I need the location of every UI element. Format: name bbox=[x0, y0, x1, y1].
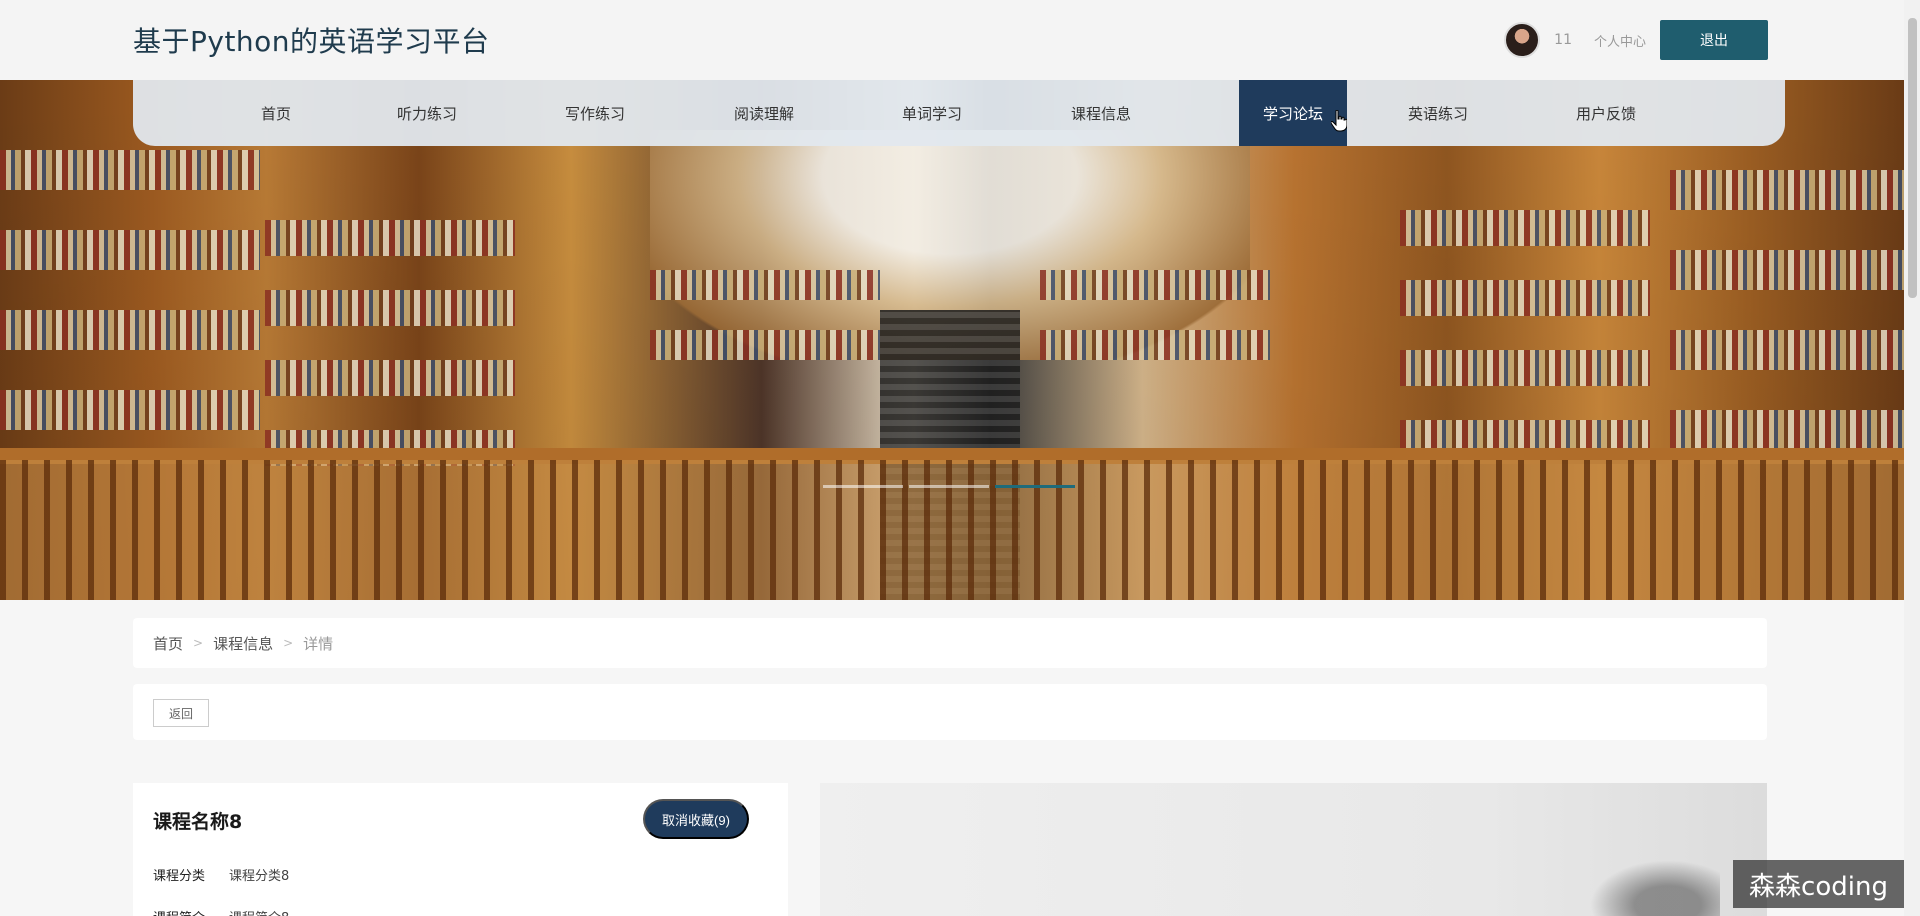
banner-books bbox=[1400, 280, 1650, 316]
course-detail-card: 课程名称8 取消收藏(9) 课程分类 课程分类8 课程简介 课程简介8 bbox=[133, 783, 788, 916]
field-value: 课程简介8 bbox=[229, 907, 289, 916]
nav-item-home[interactable]: 首页 bbox=[217, 80, 335, 146]
banner-books bbox=[0, 310, 260, 350]
banner-books bbox=[1670, 330, 1904, 370]
banner-books bbox=[265, 290, 515, 326]
field-label: 课程简介 bbox=[153, 907, 229, 916]
main-nav: 首页 听力练习 写作练习 阅读理解 单词学习 课程信息 学习论坛 英语练习 用户… bbox=[133, 80, 1785, 146]
action-bar: 返回 bbox=[133, 684, 1767, 740]
banner-books bbox=[1670, 170, 1904, 210]
banner-books bbox=[1040, 330, 1270, 360]
banner-railing bbox=[0, 460, 1904, 600]
banner-books bbox=[0, 390, 260, 430]
field-label: 课程分类 bbox=[153, 869, 206, 884]
breadcrumb: 首页 > 课程信息 > 详情 bbox=[133, 618, 1767, 668]
banner-books bbox=[650, 330, 880, 360]
nav-item-writing[interactable]: 写作练习 bbox=[533, 80, 657, 146]
breadcrumb-separator: > bbox=[283, 636, 294, 650]
nav-item-reading[interactable]: 阅读理解 bbox=[702, 80, 826, 146]
nav-item-practice[interactable]: 英语练习 bbox=[1376, 80, 1500, 146]
banner-books bbox=[0, 230, 260, 270]
banner-books bbox=[1670, 250, 1904, 290]
nav-item-vocabulary[interactable]: 单词学习 bbox=[870, 80, 994, 146]
banner-books bbox=[1670, 410, 1904, 450]
nav-item-courses[interactable]: 课程信息 bbox=[1039, 80, 1163, 146]
breadcrumb-home[interactable]: 首页 bbox=[153, 633, 183, 654]
banner-carousel[interactable] bbox=[0, 80, 1904, 600]
field-category: 课程分类 课程分类8 bbox=[153, 865, 289, 884]
user-area: 11 个人中心 退出 bbox=[1504, 20, 1768, 60]
banner-books bbox=[265, 220, 515, 256]
nav-item-listening[interactable]: 听力练习 bbox=[365, 80, 489, 146]
username: 11 bbox=[1554, 32, 1572, 48]
unfavorite-button[interactable]: 取消收藏(9) bbox=[643, 799, 749, 839]
field-intro: 课程简介 课程简介8 bbox=[153, 907, 289, 916]
personal-center-link[interactable]: 个人中心 bbox=[1594, 31, 1646, 50]
scrollbar-thumb[interactable] bbox=[1908, 18, 1917, 298]
field-value: 课程分类8 bbox=[229, 869, 290, 884]
carousel-indicators bbox=[823, 485, 1075, 488]
logout-button[interactable]: 退出 bbox=[1660, 20, 1768, 60]
carousel-indicator-3[interactable] bbox=[995, 485, 1075, 488]
site-title[interactable]: 基于Python的英语学习平台 bbox=[133, 20, 490, 60]
header: 基于Python的英语学习平台 11 个人中心 退出 bbox=[0, 0, 1904, 80]
course-media-shadow bbox=[1590, 860, 1720, 916]
back-button[interactable]: 返回 bbox=[153, 699, 209, 727]
banner-books bbox=[0, 150, 260, 190]
hand-cursor-icon bbox=[1331, 110, 1347, 132]
breadcrumb-courses[interactable]: 课程信息 bbox=[213, 633, 273, 654]
course-name: 课程名称8 bbox=[153, 811, 243, 833]
scrollbar[interactable] bbox=[1904, 0, 1920, 916]
breadcrumb-separator: > bbox=[193, 636, 204, 650]
banner-books bbox=[1400, 210, 1650, 246]
carousel-indicator-1[interactable] bbox=[823, 485, 903, 488]
banner-books bbox=[1040, 270, 1270, 300]
avatar[interactable] bbox=[1504, 22, 1541, 58]
watermark: 森森coding bbox=[1733, 860, 1904, 908]
banner-books bbox=[265, 360, 515, 396]
banner-books bbox=[1400, 350, 1650, 386]
breadcrumb-current: 详情 bbox=[303, 634, 334, 653]
banner-books bbox=[650, 270, 880, 300]
nav-item-feedback[interactable]: 用户反馈 bbox=[1544, 80, 1668, 146]
carousel-indicator-2[interactable] bbox=[909, 485, 989, 488]
